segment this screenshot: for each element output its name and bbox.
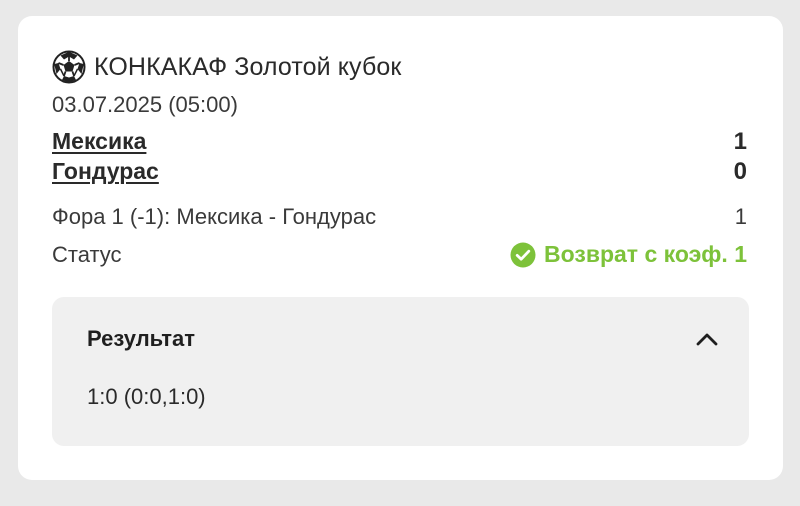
status-row: Статус Возврат с коэф. 1 — [52, 241, 747, 268]
status-label: Статус — [52, 241, 122, 267]
team-row-home: Мексика 1 — [52, 128, 747, 156]
team-name-home[interactable]: Мексика — [52, 128, 146, 156]
tournament-title: КОНКАКАФ Золотой кубок — [94, 52, 402, 81]
status-badge: Возврат с коэф. 1 — [510, 241, 747, 268]
result-panel: Результат 1:0 (0:0,1:0) — [52, 297, 749, 446]
bet-card: КОНКАКАФ Золотой кубок 03.07.2025 (05:00… — [18, 16, 783, 480]
bet-value: 1 — [734, 204, 747, 229]
check-circle-icon — [510, 242, 536, 267]
event-date: 03.07.2025 (05:00) — [52, 92, 238, 117]
result-title: Результат — [87, 326, 196, 351]
bet-row: Фора 1 (-1): Мексика - Гондурас 1 — [52, 204, 747, 230]
result-value: 1:0 (0:0,1:0) — [87, 384, 206, 409]
status-value: Возврат с коэф. 1 — [544, 241, 747, 267]
team-name-away[interactable]: Гондурас — [52, 158, 159, 186]
tournament-header: КОНКАКАФ Золотой кубок — [52, 50, 401, 84]
team-score-home: 1 — [733, 128, 747, 155]
chevron-up-icon[interactable] — [695, 331, 719, 347]
team-row-away: Гондурас 0 — [52, 158, 747, 186]
team-score-away: 0 — [733, 158, 747, 185]
soccer-ball-icon — [52, 50, 86, 84]
bet-label: Фора 1 (-1): Мексика - Гондурас — [52, 204, 377, 229]
